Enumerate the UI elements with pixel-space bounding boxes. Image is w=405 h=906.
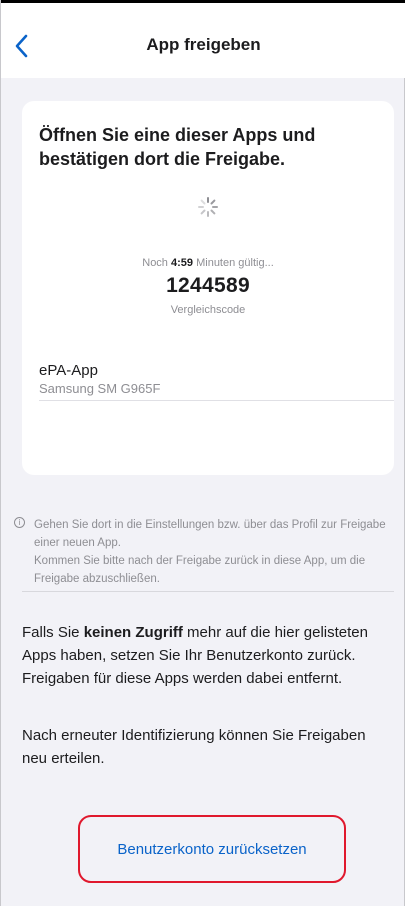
validity-prefix: Noch: [142, 257, 168, 269]
reset-account-button-label: Benutzerkonto zurücksetzen: [117, 840, 307, 858]
comparison-code-label: Vergleichscode: [170, 304, 246, 316]
info-note: i Gehen Sie dort in die Einstellungen bz…: [14, 516, 394, 588]
validity-time: 4:59: [171, 257, 194, 269]
app-approval-card: Öffnen Sie eine dieser Apps und bestätig…: [22, 101, 394, 475]
navigation-bar: App freigeben: [1, 3, 405, 78]
comparison-code: 1244589: [166, 274, 250, 297]
validity-countdown: Noch 4:59 Minuten gültig...: [22, 257, 394, 269]
card-heading: Öffnen Sie eine dieser Apps und bestätig…: [39, 125, 316, 169]
section-divider: [22, 591, 394, 592]
app-screen: App freigeben Öffnen Sie eine dieser App…: [0, 0, 405, 906]
reset-explanation-prefix: Falls Sie: [22, 624, 80, 641]
reset-explanation: Falls Sie keinen Zugriff mehr auf die hi…: [22, 621, 392, 690]
validity-suffix: Minuten gültig...: [196, 257, 274, 269]
info-line-2: Kommen Sie bitte nach der Freigabe zurüc…: [34, 555, 366, 585]
app-device: Samsung SM G965F: [39, 381, 161, 396]
reidentification-note: Nach erneuter Identifizierung können Sie…: [22, 727, 366, 767]
info-text: Gehen Sie dort in die Einstellungen bzw.…: [34, 516, 394, 588]
app-name: ePA-App: [39, 362, 98, 379]
app-list-item: ePA-App Samsung SM G965F: [39, 361, 394, 399]
reset-account-button[interactable]: Benutzerkonto zurücksetzen: [78, 815, 346, 883]
page-title: App freigeben: [146, 35, 261, 54]
activity-spinner-icon: [198, 197, 218, 217]
list-divider: [39, 400, 394, 401]
info-line-1: Gehen Sie dort in die Einstellungen bzw.…: [34, 519, 386, 549]
reset-explanation-bold: keinen Zugriff: [83, 624, 183, 641]
info-icon: i: [14, 517, 25, 528]
